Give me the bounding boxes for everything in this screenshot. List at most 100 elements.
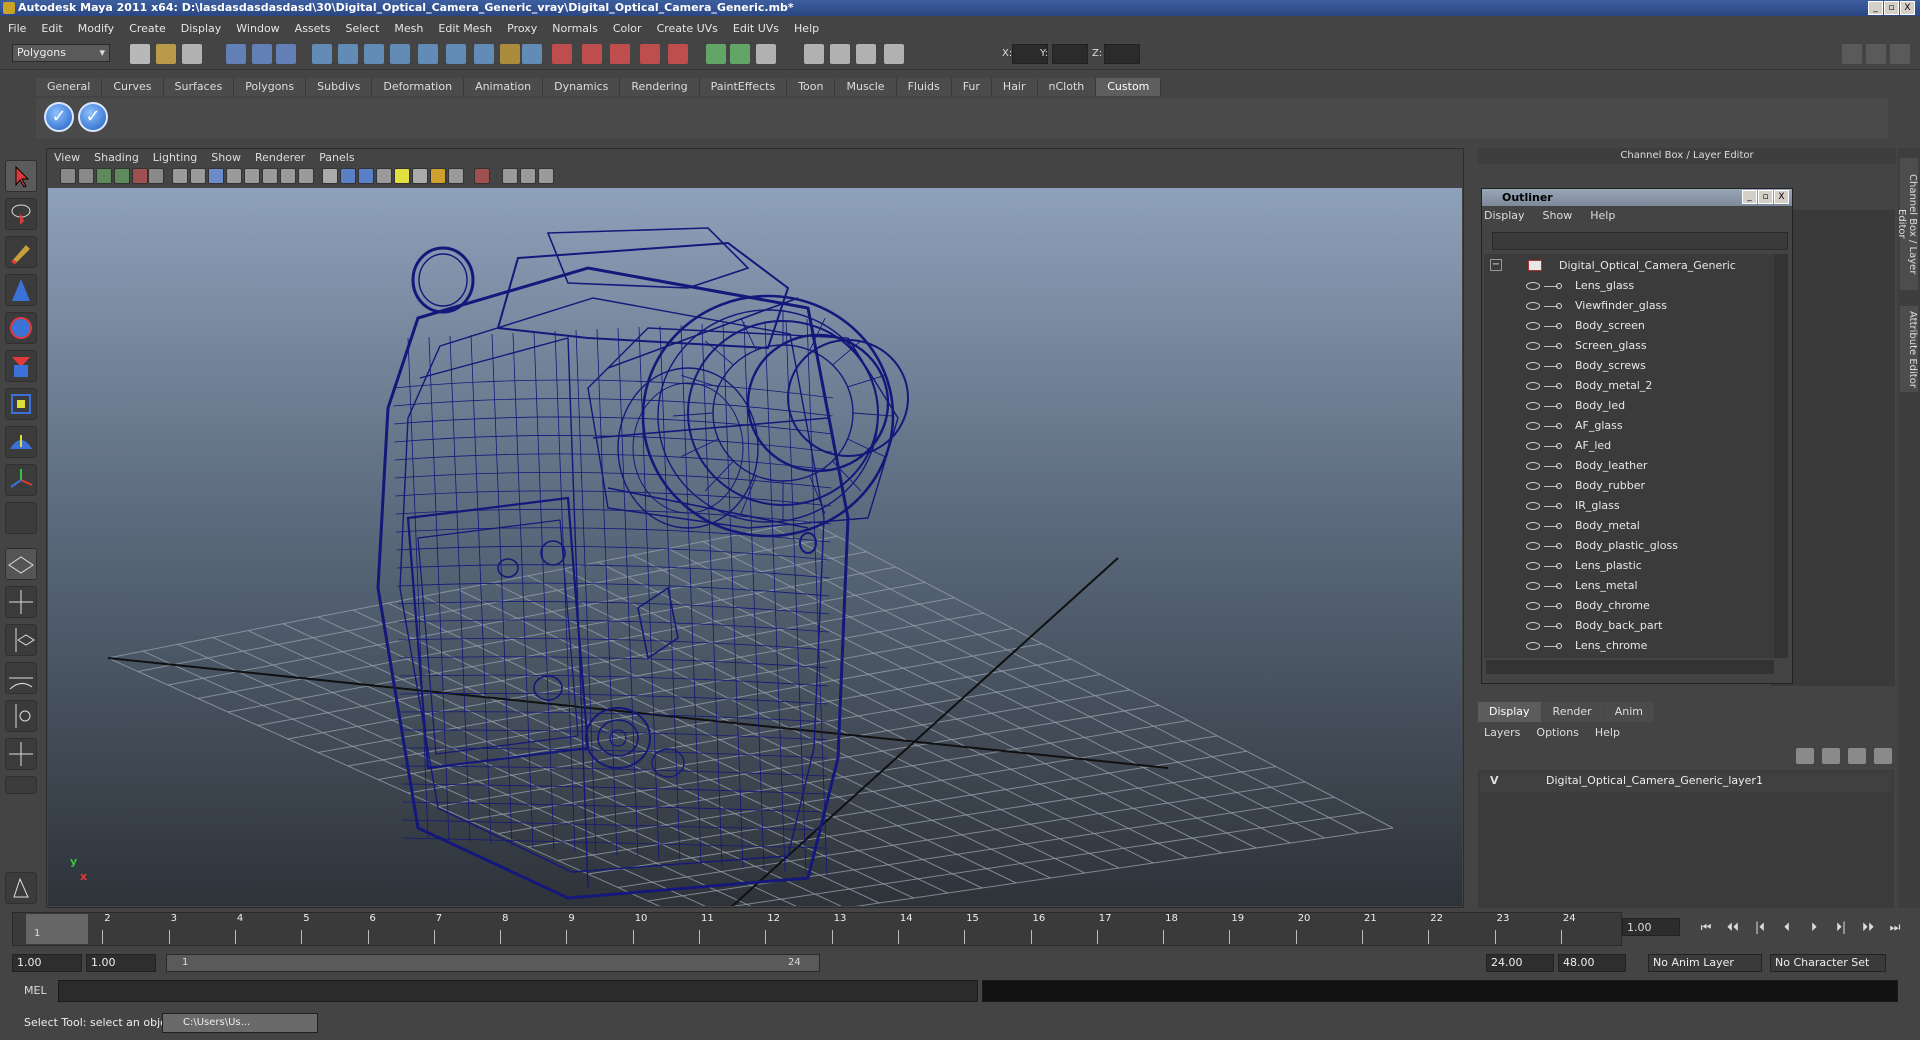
viewport-tool-icon-9[interactable] [208, 168, 224, 184]
outliner-item-label[interactable]: Lens_plastic [1575, 556, 1642, 576]
status-tool-icon-8[interactable] [338, 44, 358, 64]
outliner-item-body-metal-2[interactable]: Body_metal_2 [1484, 376, 1774, 396]
outliner-item-label[interactable]: Body_leather [1575, 456, 1647, 476]
menu-create-uvs[interactable]: Create UVs [657, 22, 718, 35]
step-forward-key-icon[interactable]: ⏵⏵ [1858, 918, 1878, 936]
soft-mod-tool-icon[interactable] [5, 426, 37, 458]
viewport-menu-lighting[interactable]: Lighting [153, 150, 197, 166]
outliner-item-label[interactable]: Body_metal_2 [1575, 376, 1652, 396]
character-set-selector[interactable]: No Character Set [1770, 954, 1886, 972]
lasso-tool-icon[interactable] [5, 198, 37, 230]
shelf-tab-fluids[interactable]: Fluids [896, 78, 952, 96]
menu-select[interactable]: Select [345, 22, 379, 35]
outliner-item-label[interactable]: AF_glass [1575, 416, 1623, 436]
status-tool-icon-16[interactable] [552, 44, 572, 64]
viewport-tool-icon-8[interactable] [190, 168, 206, 184]
shelf-tab-surfaces[interactable]: Surfaces [163, 78, 235, 96]
viewport-tool-icon-15[interactable] [322, 168, 338, 184]
select-tool-icon[interactable] [5, 160, 37, 192]
layer-tab-render[interactable]: Render [1541, 702, 1603, 722]
outliner-item-body-back-part[interactable]: Body_back_part [1484, 616, 1774, 636]
status-tool-icon-19[interactable] [640, 44, 660, 64]
menu-assets[interactable]: Assets [295, 22, 331, 35]
viewport-tool-icon-12[interactable] [262, 168, 278, 184]
maximize-button[interactable]: ▫ [1884, 1, 1899, 15]
outliner-item-label[interactable]: Body_screws [1575, 356, 1646, 376]
outliner-item-ir-glass[interactable]: IR_glass [1484, 496, 1774, 516]
mel-input[interactable] [58, 980, 978, 1002]
viewport-tool-icon-25[interactable] [520, 168, 536, 184]
outliner-item-body-screws[interactable]: Body_screws [1484, 356, 1774, 376]
outliner-item-screen-glass[interactable]: Screen_glass [1484, 336, 1774, 356]
layer-add-icon[interactable] [1874, 748, 1892, 764]
layer-menu-layers[interactable]: Layers [1484, 726, 1520, 739]
layout-expander-icon[interactable] [5, 776, 37, 794]
menu-edit[interactable]: Edit [41, 22, 62, 35]
viewport-tool-icon-10[interactable] [226, 168, 242, 184]
rotate-tool-icon[interactable] [5, 312, 37, 344]
outliner-item-af-led[interactable]: AF_led [1484, 436, 1774, 456]
status-tool-icon-25[interactable] [830, 44, 850, 64]
outliner-horizontal-scrollbar[interactable] [1486, 660, 1774, 674]
viewport-tool-icon-11[interactable] [244, 168, 260, 184]
viewport-tool-icon-21[interactable] [430, 168, 446, 184]
range-slider[interactable] [166, 954, 820, 972]
layer-menu-help[interactable]: Help [1595, 726, 1620, 739]
layer-name[interactable]: Digital_Optical_Camera_Generic_layer1 [1546, 774, 1763, 787]
status-tool-icon-20[interactable] [668, 44, 688, 64]
close-button[interactable]: X [1900, 1, 1915, 15]
go-to-end-icon[interactable]: ⏭ [1885, 918, 1905, 936]
outliner-item-label[interactable]: IR_glass [1575, 496, 1620, 516]
outliner-menu-show[interactable]: Show [1543, 209, 1573, 222]
menu-normals[interactable]: Normals [552, 22, 598, 35]
shelf-tab-deformation[interactable]: Deformation [372, 78, 465, 96]
z-coord-field[interactable] [1104, 44, 1140, 64]
outliner-item-body-screen[interactable]: Body_screen [1484, 316, 1774, 336]
status-tool-icon-3[interactable] [182, 44, 202, 64]
minimized-window-item[interactable]: C:\Users\Us... [162, 1013, 318, 1033]
viewport-tool-icon-22[interactable] [448, 168, 464, 184]
layer-menu-options[interactable]: Options [1536, 726, 1578, 739]
shelf-tab-ncloth[interactable]: nCloth [1037, 78, 1097, 96]
shelf-tab-animation[interactable]: Animation [464, 78, 544, 96]
outliner-item-lens-metal[interactable]: Lens_metal [1484, 576, 1774, 596]
persp-graph-outliner-layout-icon[interactable] [5, 738, 37, 770]
outliner-menu-display[interactable]: Display [1484, 209, 1525, 222]
outliner-item-label[interactable]: Lens_glass [1575, 276, 1634, 296]
scale-tool-icon[interactable] [5, 350, 37, 382]
render-tool-icon[interactable] [5, 872, 37, 904]
perspective-viewport[interactable] [48, 188, 1462, 906]
animation-end-field[interactable]: 48.00 [1558, 954, 1626, 972]
outliner-filter-field[interactable] [1492, 232, 1788, 250]
shelf-tab-curves[interactable]: Curves [102, 78, 164, 96]
outliner-root-label[interactable]: Digital_Optical_Camera_Generic [1559, 256, 1736, 276]
menu-color[interactable]: Color [613, 22, 642, 35]
outliner-item-label[interactable]: Body_screen [1575, 316, 1645, 336]
viewport-tool-icon-14[interactable] [298, 168, 314, 184]
viewport-tool-icon-6[interactable] [148, 168, 164, 184]
universal-manipulator-icon[interactable] [5, 388, 37, 420]
shelf-tab-polygons[interactable]: Polygons [234, 78, 307, 96]
outliner-item-lens-plastic[interactable]: Lens_plastic [1484, 556, 1774, 576]
tool-settings-toggle-icon[interactable] [1890, 44, 1910, 64]
viewport-scene[interactable] [48, 188, 1462, 906]
viewport-tool-icon-17[interactable] [358, 168, 374, 184]
move-tool-icon[interactable] [5, 274, 37, 306]
outliner-item-label[interactable]: Body_rubber [1575, 476, 1645, 496]
play-backwards-icon[interactable]: ⏴ [1777, 918, 1797, 936]
menu-edit-mesh[interactable]: Edit Mesh [438, 22, 492, 35]
viewport-menu-show[interactable]: Show [211, 150, 241, 166]
anim-layer-selector[interactable]: No Anim Layer [1648, 954, 1762, 972]
status-tool-icon-15[interactable] [522, 44, 542, 64]
menu-window[interactable]: Window [236, 22, 279, 35]
viewport-tool-icon-16[interactable] [340, 168, 356, 184]
outliner-item-body-leather[interactable]: Body_leather [1484, 456, 1774, 476]
shelf-tab-muscle[interactable]: Muscle [835, 78, 897, 96]
outliner-root-row[interactable]: − Digital_Optical_Camera_Generic [1484, 256, 1774, 276]
mel-label[interactable]: MEL [24, 984, 47, 997]
status-tool-icon-23[interactable] [756, 44, 776, 64]
outliner-item-label[interactable]: Body_back_part [1575, 616, 1662, 636]
menu-help[interactable]: Help [794, 22, 819, 35]
status-tool-icon-22[interactable] [730, 44, 750, 64]
menu-modify[interactable]: Modify [78, 22, 114, 35]
